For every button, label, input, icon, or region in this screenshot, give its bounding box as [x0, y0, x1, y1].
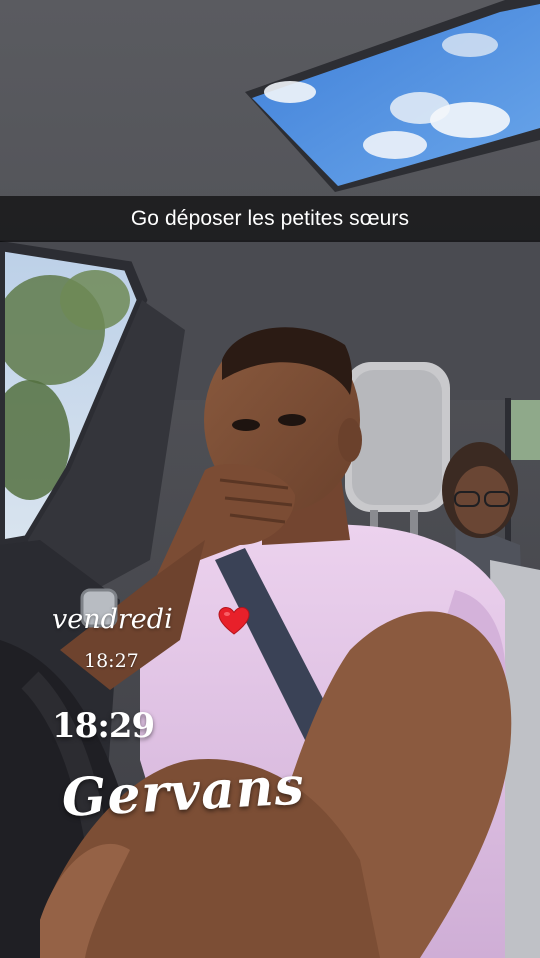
day-sticker: vendredi — [52, 604, 173, 635]
name-sticker: Gervans — [60, 755, 307, 829]
time-sticker-small: 18:27 — [84, 650, 139, 672]
time-sticker-large: 18:29 — [52, 706, 155, 746]
snap-caption-bar: Go déposer les petites sœurs — [0, 196, 540, 242]
caption-text: Go déposer les petites sœurs — [130, 207, 410, 230]
red-heart-icon — [218, 606, 250, 635]
